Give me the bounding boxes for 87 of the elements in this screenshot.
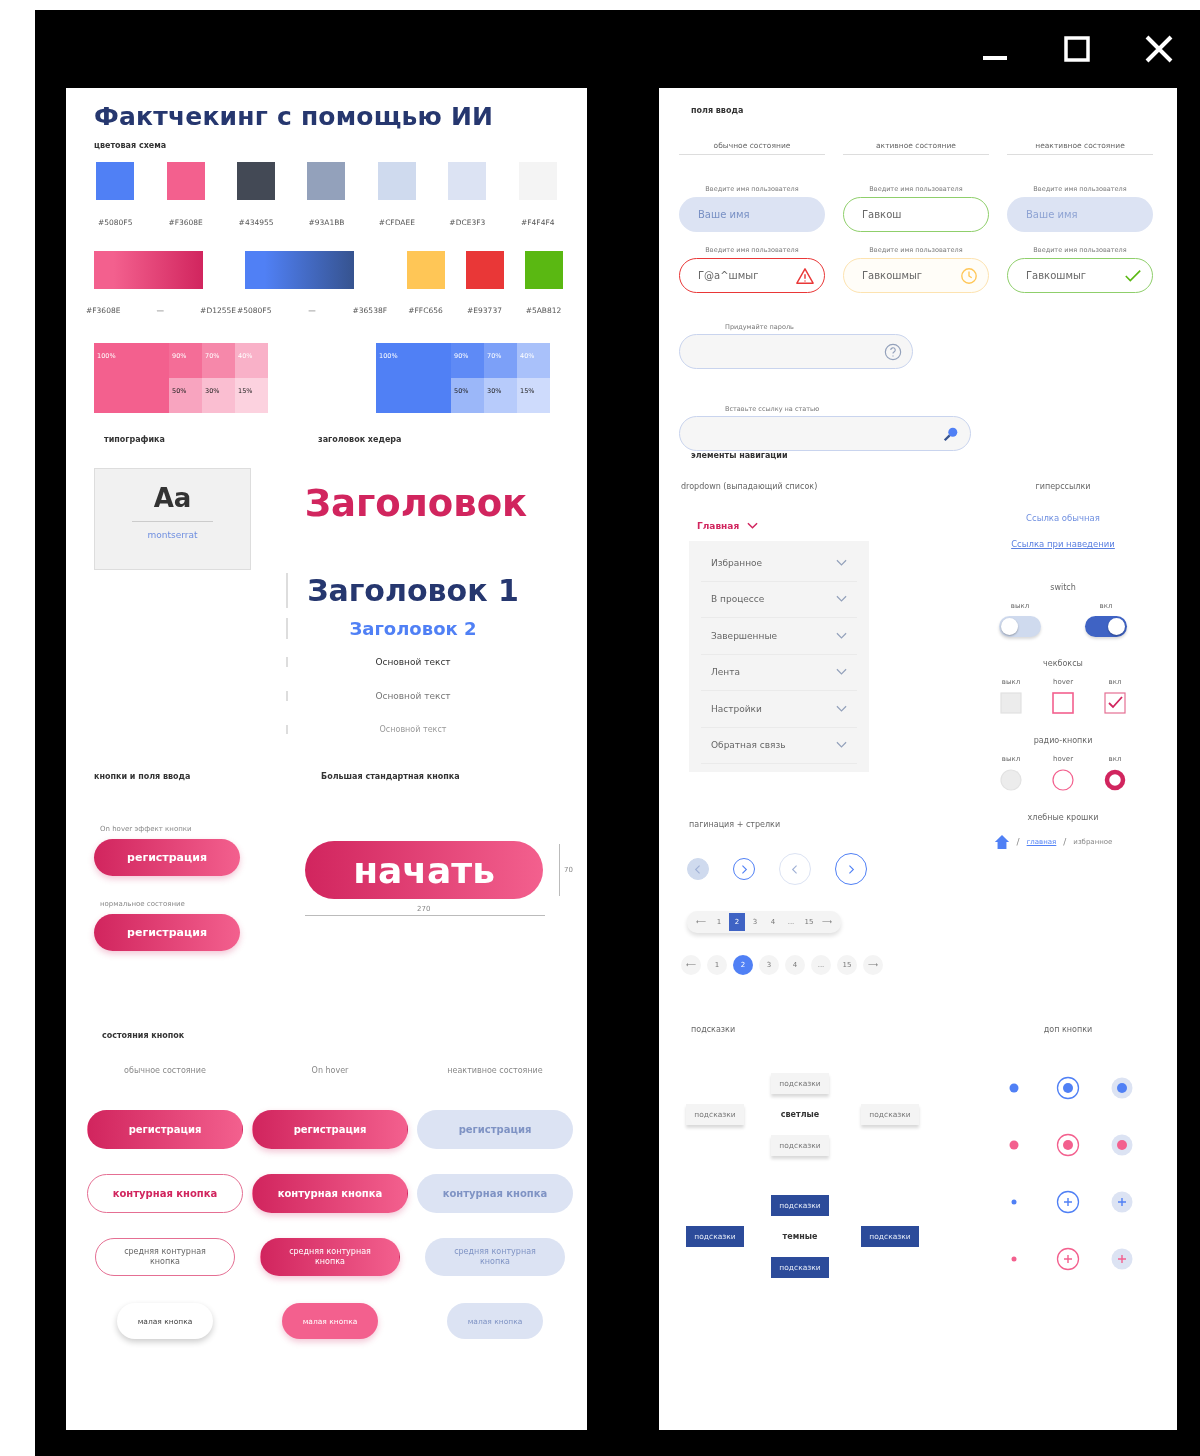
link[interactable]: Ссылка при наведении [1011, 539, 1115, 549]
menu-item[interactable]: Завершенные [711, 630, 778, 641]
tooltip-group-label: светлые [780, 1109, 820, 1119]
link[interactable]: Ссылка обычная [1026, 513, 1100, 523]
register-button[interactable]: регистрация [252, 1109, 408, 1149]
chevron-right-icon [740, 863, 748, 875]
menu-item[interactable]: Лента [711, 667, 740, 678]
chevron-right-icon [847, 863, 855, 875]
heading-sample: Заголовок 2 [349, 618, 477, 639]
plus-icon[interactable] [1110, 1190, 1134, 1214]
section-heading: элементы навигации [691, 451, 789, 460]
heading-sample: Основной текст [375, 657, 451, 667]
radio-button[interactable] [1052, 769, 1074, 791]
halo-icon[interactable] [1110, 1076, 1134, 1100]
caption: switch [1050, 583, 1076, 592]
caption: подсказки [691, 1025, 737, 1034]
input-field[interactable]: Ваше имя [679, 197, 825, 232]
chevron-down-icon [836, 558, 847, 567]
warning-icon [796, 266, 814, 285]
section-heading: Большая стандартная кнопка [321, 772, 461, 781]
section-heading: типографика [104, 435, 166, 444]
caption: доп кнопки [1043, 1025, 1093, 1034]
outline-button[interactable]: средняя контурная кнопка [260, 1238, 400, 1276]
checkbox[interactable] [1052, 692, 1074, 714]
heading-sample: Заголовок 1 [307, 573, 519, 608]
caption: чекбоксы [1043, 659, 1083, 668]
dropdown-button[interactable]: Главная [697, 521, 759, 531]
heading-sample: Основной текст [375, 691, 451, 701]
section-heading: кнопки и поля ввода [94, 772, 191, 781]
menu-item[interactable]: Избранное [711, 557, 763, 568]
chevron-down-icon [836, 741, 847, 750]
section-heading: цветовая схема [94, 141, 168, 150]
chevron-down-icon [836, 668, 847, 677]
help-icon [884, 342, 902, 361]
input-field[interactable]: Гавкошмыг [843, 258, 989, 293]
page-title: Фактчекинг с помощью ИИ [94, 102, 495, 131]
column-heading: On hover [310, 1066, 350, 1075]
register-button[interactable]: регистрация [87, 1109, 243, 1149]
radio-button[interactable] [1104, 769, 1126, 791]
register-button[interactable]: регистрация [94, 839, 240, 876]
chevron-down-icon [836, 704, 847, 713]
separator: / [1016, 837, 1020, 847]
chevron-left-icon [791, 863, 799, 875]
chevron-down-icon [747, 522, 759, 530]
tooltip-group-label: темные [782, 1231, 818, 1241]
caption: радио-кнопки [1033, 736, 1093, 745]
column-heading: обычное состояние [123, 1066, 207, 1075]
input-field[interactable]: Гавкош [843, 197, 989, 232]
caption: хлебные крошки [1027, 813, 1099, 822]
caption: гиперссылки [1035, 482, 1091, 491]
caption: пагинация + стрелки [689, 820, 781, 829]
menu-item[interactable]: Обратная связь [711, 740, 786, 751]
plus-icon[interactable] [1056, 1247, 1080, 1271]
heading-sample: Заголовок [304, 482, 528, 525]
maximize-icon[interactable] [1062, 34, 1092, 64]
register-button[interactable]: регистрация [94, 914, 240, 951]
section-heading: заголовок хедера [318, 435, 403, 444]
toggle-switch[interactable] [1085, 616, 1127, 637]
checkbox[interactable] [1104, 692, 1126, 714]
outline-button[interactable]: средняя контурная кнопка [95, 1238, 235, 1276]
heading-sample: Основной текст [379, 725, 447, 734]
caption: dropdown (выпадающий список) [681, 482, 818, 491]
menu-item[interactable]: Настройки [711, 703, 762, 714]
section-heading: поля ввода [691, 106, 745, 115]
ring-icon[interactable] [1056, 1133, 1080, 1157]
input-field[interactable] [679, 334, 913, 369]
menu-item[interactable]: В процессе [711, 594, 765, 605]
ring-icon[interactable] [1056, 1076, 1080, 1100]
font-sample: Aa [131, 483, 214, 522]
clock-icon [960, 266, 978, 285]
chevron-left-icon [694, 863, 702, 875]
plus-icon[interactable] [1110, 1247, 1134, 1271]
home-icon[interactable] [993, 834, 1010, 850]
font-name: montserrat [147, 530, 198, 540]
input-field[interactable] [679, 416, 971, 451]
chevron-down-icon [836, 595, 847, 604]
section-heading: состояния кнопок [102, 1031, 186, 1040]
outline-button[interactable]: контурная кнопка [252, 1173, 408, 1213]
close-icon[interactable] [1144, 34, 1174, 64]
column-heading: неактивное состояние [446, 1066, 544, 1075]
plus-icon[interactable] [1056, 1190, 1080, 1214]
halo-icon[interactable] [1110, 1133, 1134, 1157]
outline-button[interactable]: контурная кнопка [87, 1173, 243, 1213]
toggle-switch[interactable] [999, 616, 1041, 637]
chevron-down-icon [836, 631, 847, 640]
start-button[interactable]: начать [305, 841, 544, 899]
separator: / [1063, 837, 1067, 847]
